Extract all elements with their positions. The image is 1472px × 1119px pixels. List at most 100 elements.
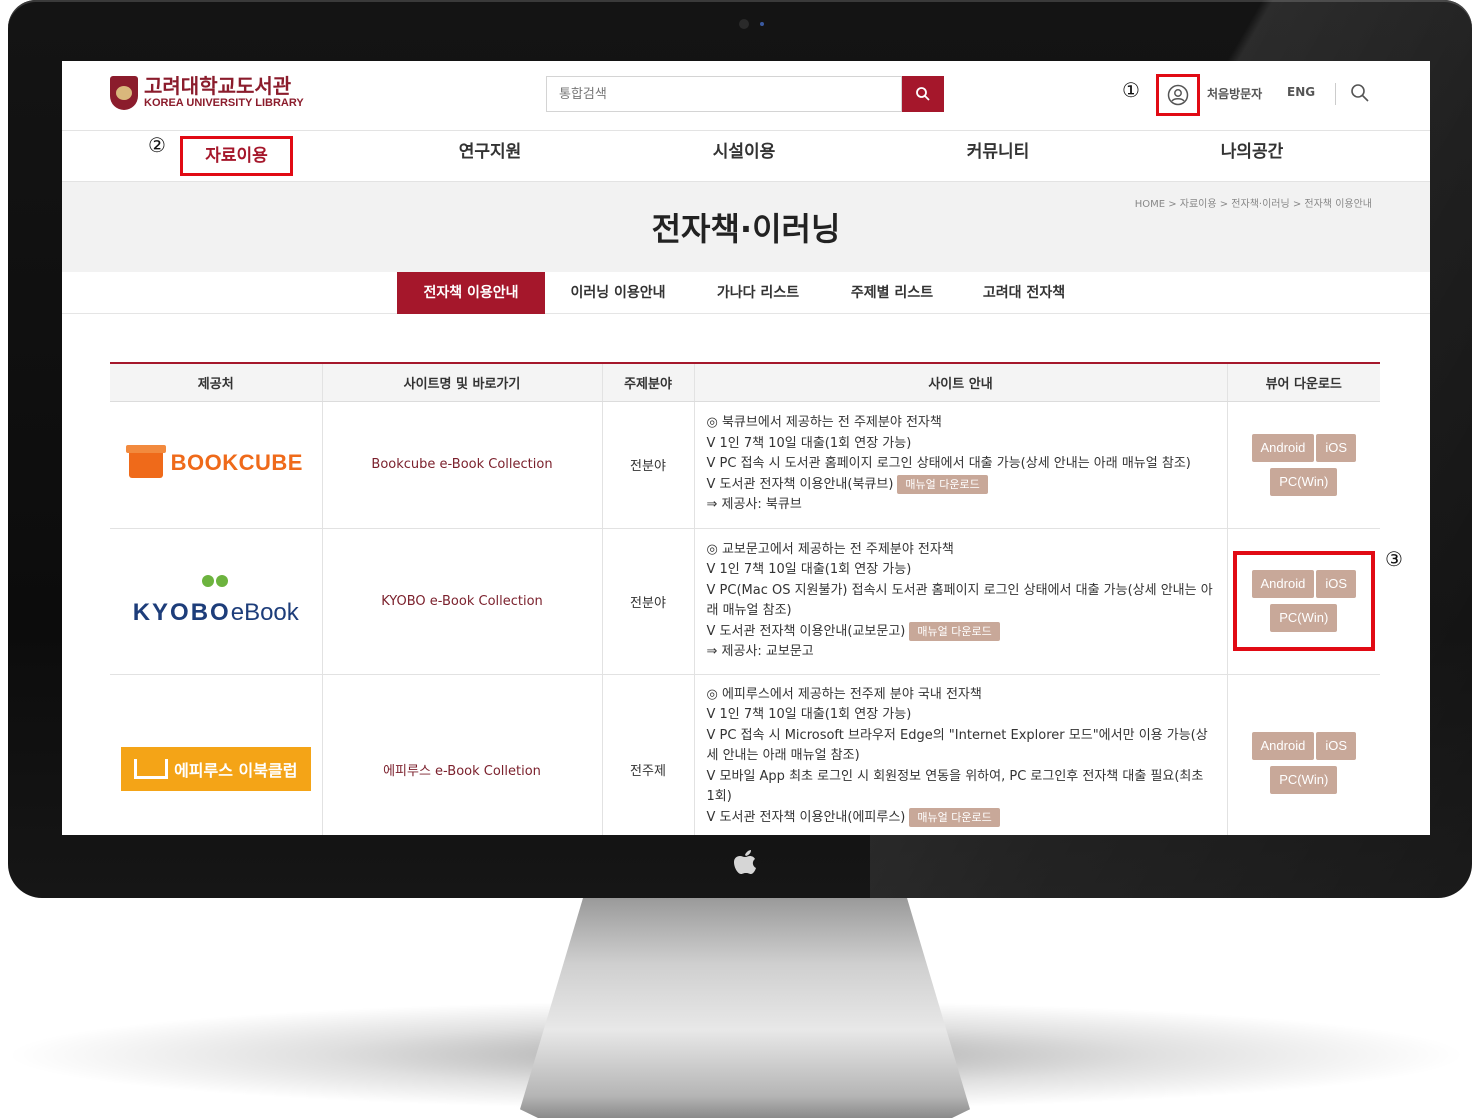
provider-cell: 에피루스 이북클럽 bbox=[110, 674, 322, 835]
info-line: ⇒ 제공사: 교보문고 bbox=[706, 644, 814, 659]
main-navigation: ② 자료이용 연구지원 시설이용 커뮤니티 나의공간 bbox=[62, 131, 1430, 182]
search-icon bbox=[916, 87, 930, 101]
search-icon bbox=[1351, 84, 1369, 102]
tab-subject-list[interactable]: 주제별 리스트 bbox=[832, 272, 952, 314]
info-line-text: V 도서관 전자책 이용안내(에피루스) bbox=[706, 809, 906, 825]
info-line: V 모바일 App 최초 로그인 시 회원정보 연동을 위하여, PC 로그인후… bbox=[706, 768, 1204, 805]
ios-viewer-button[interactable]: iOS bbox=[1316, 433, 1356, 462]
site-link[interactable]: Bookcube e-Book Collection bbox=[321, 401, 602, 529]
page-hero: HOME > 자료이용 > 전자책·이러닝 > 전자책 이용안내 전자책·이러닝 bbox=[62, 182, 1430, 272]
sub-tabs: 전자책 이용안내 이러닝 이용안내 가나다 리스트 주제별 리스트 고려대 전자… bbox=[62, 272, 1430, 314]
camera-icon bbox=[739, 19, 749, 29]
site-info-cell: ◎ 북큐브에서 제공하는 전 주제분야 전자책 V 1인 7책 10일 대출(1… bbox=[693, 401, 1227, 529]
pc-viewer-button[interactable]: PC(Win) bbox=[1270, 765, 1338, 794]
info-line: V 도서관 전자책 이용안내(교보문고) 매뉴얼 다운로드 bbox=[706, 621, 1215, 643]
info-line: ◎ 북큐브에서 제공하는 전 주제분야 전자책 bbox=[706, 415, 942, 431]
browser-screen: 고려대학교도서관 KOREA UNIVERSITY LIBRARY ① 처음방문… bbox=[62, 61, 1430, 835]
subject-cell: 전주제 bbox=[601, 674, 694, 835]
manual-download-button[interactable]: 매뉴얼 다운로드 bbox=[897, 474, 988, 494]
site-info-cell: ◎ 교보문고에서 제공하는 전 주제분야 전자책 V 1인 7책 10일 대출(… bbox=[693, 528, 1227, 675]
first-visitor-link[interactable]: 처음방문자 bbox=[1207, 85, 1262, 102]
monitor-stand bbox=[520, 898, 970, 1118]
kyobo-logo-ebook: eBook bbox=[230, 599, 299, 626]
open-book-icon bbox=[134, 759, 169, 779]
column-header: 제공처 bbox=[110, 363, 322, 402]
viewer-buttons: Android iOS PC(Win) bbox=[1245, 421, 1363, 509]
pc-viewer-button[interactable]: PC(Win) bbox=[1270, 604, 1338, 632]
epyrus-logo[interactable]: 에피루스 이북클럽 bbox=[120, 747, 311, 791]
info-line: V 1인 7책 10일 대출(1회 연장 가능) bbox=[706, 562, 912, 577]
tab-elearning-guide[interactable]: 이러닝 이용안내 bbox=[552, 272, 684, 314]
android-viewer-button[interactable]: Android bbox=[1251, 731, 1315, 760]
subject-cell: 전분야 bbox=[601, 528, 694, 675]
annotation-marker-2: ② bbox=[148, 133, 166, 157]
nav-item-research[interactable]: 연구지원 bbox=[430, 131, 550, 181]
viewer-download-cell: Android iOS PC(Win) bbox=[1226, 528, 1380, 675]
column-header: 사이트명 및 바로가기 bbox=[321, 363, 602, 402]
search-button[interactable] bbox=[902, 76, 944, 112]
nav-item-my-space[interactable]: 나의공간 bbox=[1192, 131, 1312, 181]
library-logo[interactable]: 고려대학교도서관 KOREA UNIVERSITY LIBRARY bbox=[110, 75, 304, 110]
annotation-marker-1: ① bbox=[1122, 78, 1140, 102]
info-line: ◎ 에피루스에서 제공하는 전주제 분야 국내 전자책 bbox=[706, 686, 982, 702]
info-line: ⇒ 제공사: 북큐브 bbox=[706, 497, 802, 513]
table-row: KYOBOeBook KYOBO e-Book Collection 전분야 ◎… bbox=[110, 528, 1380, 675]
user-icon bbox=[1167, 84, 1189, 106]
manual-download-button[interactable]: 매뉴얼 다운로드 bbox=[909, 807, 1000, 827]
ebook-provider-table: 제공처 사이트명 및 바로가기 주제분야 사이트 안내 뷰어 다운로드 BOOK… bbox=[110, 362, 1380, 835]
kyobo-logo[interactable]: KYOBOeBook bbox=[133, 575, 299, 627]
info-line: V 1인 7책 10일 대출(1회 연장 가능) bbox=[706, 707, 912, 722]
nav-item-resources[interactable]: 자료이용 bbox=[180, 136, 293, 176]
info-line: V 도서관 전자책 이용안내(에피루스) 매뉴얼 다운로드 bbox=[706, 807, 1215, 829]
integrated-search bbox=[546, 76, 902, 112]
apple-logo-icon bbox=[730, 846, 760, 876]
divider bbox=[1335, 83, 1336, 105]
login-user-button[interactable] bbox=[1156, 74, 1200, 116]
camera-led bbox=[760, 22, 764, 26]
column-header: 주제분야 bbox=[601, 363, 694, 402]
site-link[interactable]: KYOBO e-Book Collection bbox=[321, 528, 602, 675]
android-viewer-button[interactable]: Android bbox=[1251, 433, 1315, 462]
manual-download-button[interactable]: 매뉴얼 다운로드 bbox=[909, 621, 1000, 641]
info-line: V 도서관 전자책 이용안내(북큐브) 매뉴얼 다운로드 bbox=[706, 474, 1215, 496]
nav-item-facilities[interactable]: 시설이용 bbox=[684, 131, 804, 181]
provider-cell: KYOBOeBook bbox=[110, 528, 322, 675]
column-header: 뷰어 다운로드 bbox=[1226, 363, 1380, 402]
kyobo-logo-text: KYOBO bbox=[132, 599, 231, 626]
epyrus-logo-text: 에피루스 이북클럽 bbox=[174, 761, 298, 780]
logo-korean: 고려대학교도서관 bbox=[144, 74, 292, 98]
ios-viewer-button[interactable]: iOS bbox=[1316, 570, 1356, 598]
info-line: V PC 접속 시 Microsoft 브라우저 Edge의 "Internet… bbox=[706, 727, 1208, 764]
pc-viewer-button[interactable]: PC(Win) bbox=[1270, 467, 1338, 496]
info-line: ◎ 교보문고에서 제공하는 전 주제분야 전자책 bbox=[706, 541, 954, 557]
search-input[interactable] bbox=[547, 77, 901, 111]
cube-icon bbox=[125, 444, 166, 478]
viewer-download-cell: Android iOS PC(Win) bbox=[1226, 401, 1380, 529]
nav-item-community[interactable]: 커뮤니티 bbox=[938, 131, 1058, 181]
info-line-text: V 도서관 전자책 이용안내(교보문고) bbox=[706, 623, 906, 639]
english-link[interactable]: ENG bbox=[1287, 85, 1315, 99]
leaf-icon bbox=[200, 575, 232, 597]
table-header-row: 제공처 사이트명 및 바로가기 주제분야 사이트 안내 뷰어 다운로드 bbox=[110, 363, 1380, 402]
logo-english: KOREA UNIVERSITY LIBRARY bbox=[144, 97, 304, 109]
site-link[interactable]: 에피루스 e-Book Colletion bbox=[321, 674, 602, 835]
annotation-marker-3: ③ bbox=[1385, 547, 1403, 571]
site-info-cell: ◎ 에피루스에서 제공하는 전주제 분야 국내 전자책 V 1인 7책 10일 … bbox=[693, 674, 1227, 835]
site-search-button[interactable] bbox=[1350, 83, 1372, 105]
tab-alphabetical-list[interactable]: 가나다 리스트 bbox=[698, 272, 818, 314]
info-line-text: V 도서관 전자책 이용안내(북큐브) bbox=[706, 476, 894, 492]
tab-ku-ebook[interactable]: 고려대 전자책 bbox=[964, 272, 1084, 314]
viewer-buttons: Android iOS PC(Win) bbox=[1245, 719, 1363, 807]
table-row: BOOKCUBE Bookcube e-Book Collection 전분야 … bbox=[110, 401, 1380, 529]
provider-cell: BOOKCUBE bbox=[110, 401, 322, 529]
column-header: 사이트 안내 bbox=[693, 363, 1227, 402]
tab-ebook-guide[interactable]: 전자책 이용안내 bbox=[397, 272, 545, 314]
page-title: 전자책·이러닝 bbox=[651, 210, 841, 248]
university-crest-icon bbox=[110, 75, 138, 110]
bookcube-logo-text: BOOKCUBE bbox=[170, 449, 303, 475]
ios-viewer-button[interactable]: iOS bbox=[1316, 731, 1356, 760]
android-viewer-button[interactable]: Android bbox=[1251, 570, 1315, 598]
bookcube-logo[interactable]: BOOKCUBE bbox=[125, 444, 303, 478]
info-line: V 1인 7책 10일 대출(1회 연장 가능) bbox=[706, 435, 912, 451]
subject-cell: 전분야 bbox=[601, 401, 694, 529]
